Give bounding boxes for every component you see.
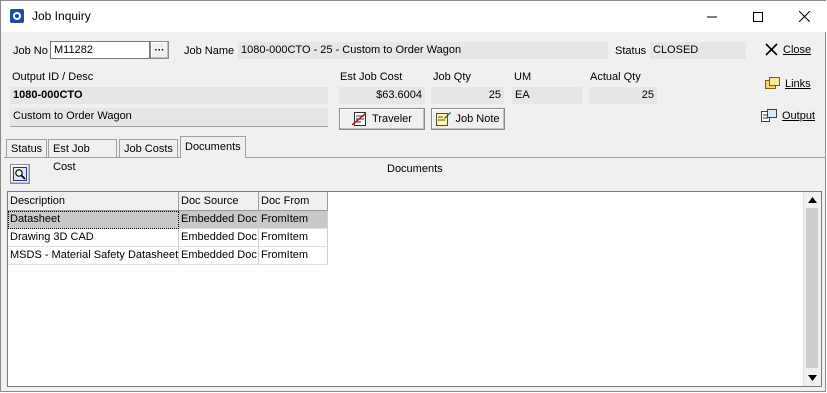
close-side-label: Close bbox=[783, 43, 812, 56]
note-icon bbox=[436, 112, 452, 126]
title-bar: Job Inquiry bbox=[1, 1, 826, 32]
output-button[interactable]: Output bbox=[761, 109, 815, 123]
traveler-icon bbox=[352, 112, 367, 126]
table-row-0-description[interactable]: Datasheet bbox=[8, 211, 179, 229]
actual-qty-label: Actual Qty bbox=[590, 71, 641, 83]
table-row-2-doc-from[interactable]: FromItem bbox=[259, 247, 328, 265]
table-row-1-doc-source[interactable]: Embedded Doc bbox=[179, 229, 259, 247]
traveler-button[interactable]: Traveler bbox=[339, 108, 425, 130]
table-row-1-description[interactable]: Drawing 3D CAD bbox=[8, 229, 179, 247]
table-row-0-doc-from[interactable]: FromItem bbox=[259, 211, 328, 229]
scroll-down-icon[interactable] bbox=[808, 375, 817, 381]
window-close-button[interactable] bbox=[781, 1, 827, 32]
window-title: Job Inquiry bbox=[32, 9, 91, 23]
actual-qty-field: 25 bbox=[589, 87, 657, 104]
app-icon bbox=[10, 9, 24, 23]
job-name-label: Job Name bbox=[184, 45, 235, 57]
um-field: EA bbox=[512, 87, 582, 104]
tab-strip-line-left bbox=[4, 157, 180, 158]
maximize-icon bbox=[753, 11, 763, 22]
job-qty-label: Job Qty bbox=[433, 71, 471, 83]
scroll-thumb[interactable] bbox=[806, 208, 818, 368]
output-label: Output bbox=[782, 110, 816, 122]
output-id-desc-label: Output ID / Desc bbox=[12, 71, 94, 83]
table-row-2-description[interactable]: MSDS - Material Safety Datasheet bbox=[8, 247, 179, 265]
close-side-button[interactable]: Close bbox=[765, 43, 811, 56]
links-button[interactable]: Links bbox=[765, 77, 811, 91]
view-document-button[interactable] bbox=[10, 164, 30, 184]
job-qty-field: 25 bbox=[431, 87, 504, 104]
job-inquiry-window: Job Inquiry Job No M11282 ··· Job Name 1… bbox=[0, 0, 826, 392]
job-no-lookup-button[interactable]: ··· bbox=[150, 41, 169, 59]
x-close-icon bbox=[765, 43, 778, 56]
output-icon bbox=[761, 109, 777, 122]
column-header-doc-source[interactable]: Doc Source bbox=[179, 192, 259, 211]
magnifier-icon bbox=[13, 167, 27, 181]
job-note-button[interactable]: Job Note bbox=[431, 108, 505, 130]
status-label: Status bbox=[615, 45, 647, 57]
minimize-button[interactable] bbox=[689, 1, 735, 32]
scroll-up-icon[interactable] bbox=[808, 197, 817, 203]
output-id-field: 1080-000CTO bbox=[10, 87, 328, 104]
tab-status[interactable]: Status bbox=[6, 139, 47, 157]
output-desc-field: Custom to Order Wagon bbox=[10, 108, 328, 127]
status-field: CLOSED bbox=[650, 42, 746, 59]
tab-est-job-cost[interactable]: Est Job Cost bbox=[48, 139, 117, 173]
job-no-input[interactable]: M11282 bbox=[50, 41, 150, 59]
close-icon bbox=[798, 11, 810, 22]
table-row-2-doc-source[interactable]: Embedded Doc bbox=[179, 247, 259, 265]
maximize-button[interactable] bbox=[735, 1, 781, 32]
tab-strip-line bbox=[245, 157, 826, 158]
um-label: UM bbox=[514, 71, 532, 83]
tab-documents[interactable]: Documents bbox=[180, 136, 246, 158]
est-job-cost-field: $63.6004 bbox=[339, 87, 425, 104]
traveler-label: Traveler bbox=[372, 113, 412, 125]
job-no-label: Job No bbox=[13, 45, 48, 57]
tab-job-costs[interactable]: Job Costs bbox=[119, 139, 178, 157]
links-label: Links bbox=[785, 78, 811, 90]
column-header-doc-from[interactable]: Doc From bbox=[259, 192, 328, 211]
job-note-label: Job Note bbox=[455, 113, 500, 125]
minimize-icon bbox=[707, 16, 717, 17]
table-row-1-doc-from[interactable]: FromItem bbox=[259, 229, 328, 247]
column-header-description[interactable]: Description bbox=[8, 192, 179, 211]
documents-grid[interactable]: Description Doc Source Doc From Datashee… bbox=[7, 191, 822, 387]
vertical-scrollbar[interactable] bbox=[803, 192, 821, 386]
table-row-0-doc-source[interactable]: Embedded Doc bbox=[179, 211, 259, 229]
links-icon bbox=[765, 77, 780, 89]
job-name-field: 1080-000CTO - 25 - Custom to Order Wagon bbox=[238, 42, 608, 59]
documents-title: Documents bbox=[387, 163, 443, 175]
est-job-cost-label: Est Job Cost bbox=[340, 71, 403, 83]
